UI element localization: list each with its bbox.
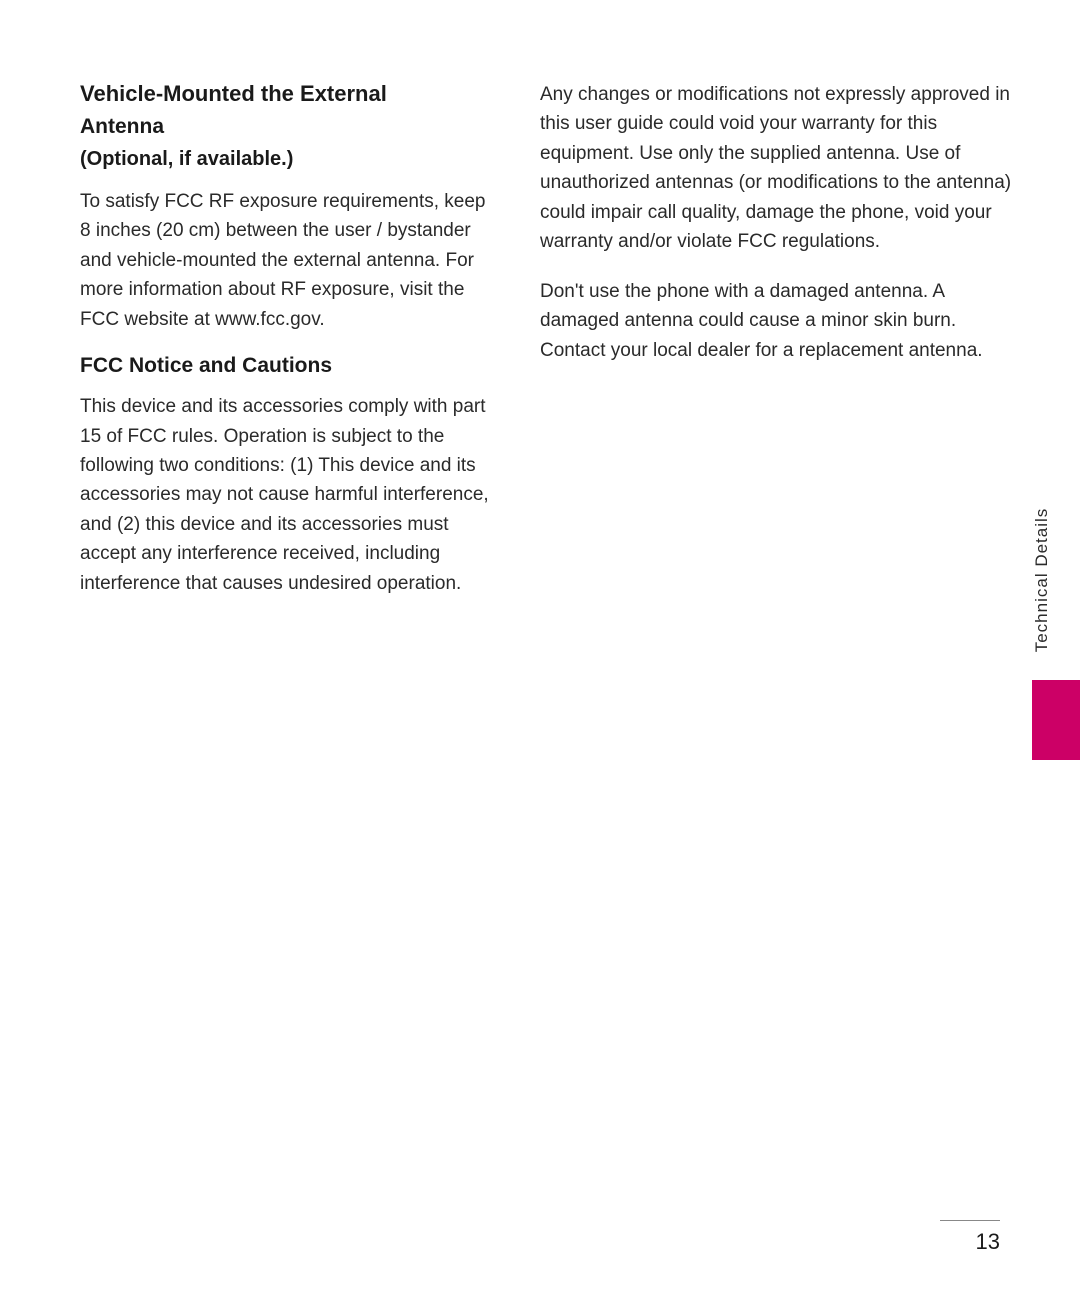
content-area: Vehicle-Mounted the External Antenna (Op… — [80, 80, 1020, 1175]
section-title-line2: Antenna — [80, 113, 500, 140]
right-paragraph-1: Any changes or modifications not express… — [540, 80, 1020, 257]
divider-line — [940, 1220, 1000, 1221]
left-column: Vehicle-Mounted the External Antenna (Op… — [80, 80, 500, 1175]
page-number-area: 13 — [940, 1220, 1000, 1255]
fcc-heading: FCC Notice and Cautions — [80, 354, 500, 378]
section-optional: (Optional, if available.) — [80, 148, 500, 171]
fcc-body-text: This device and its accessories comply w… — [80, 392, 500, 598]
sidebar-label: Technical Details — [1032, 508, 1052, 653]
right-column: Any changes or modifications not express… — [540, 80, 1020, 1175]
section-title-line1: Vehicle-Mounted the External — [80, 80, 500, 109]
page-number: 13 — [976, 1229, 1000, 1255]
vehicle-body-text: To satisfy FCC RF exposure requirements,… — [80, 187, 500, 334]
page-container: Vehicle-Mounted the External Antenna (Op… — [0, 0, 1080, 1295]
right-paragraph-2: Don't use the phone with a damaged anten… — [540, 277, 1020, 365]
sidebar-tab — [1032, 680, 1080, 760]
